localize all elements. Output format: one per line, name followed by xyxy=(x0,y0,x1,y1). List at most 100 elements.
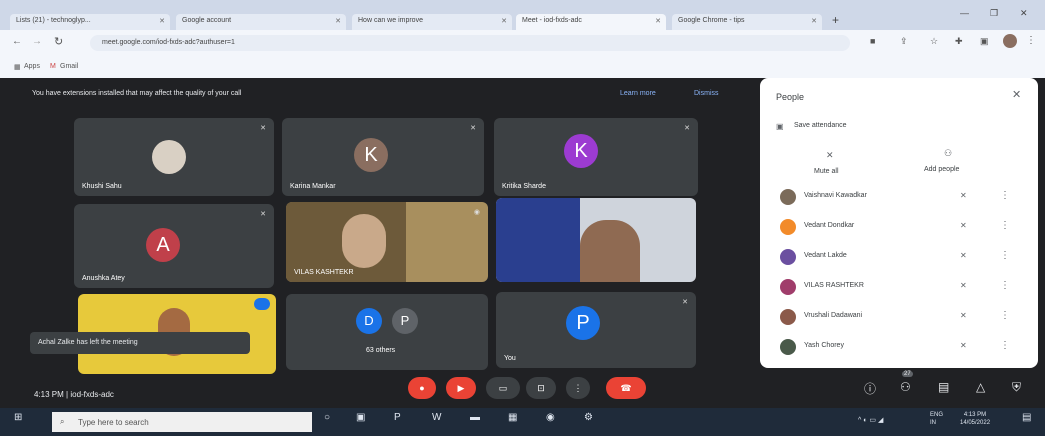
avatar xyxy=(780,249,796,265)
more-icon[interactable]: ⋮ xyxy=(1000,280,1010,291)
settings-icon[interactable]: ⚙ xyxy=(584,412,593,423)
bookmark-apps[interactable]: Apps xyxy=(24,63,40,70)
participant-tile[interactable]: A Anushka Atey ✕ xyxy=(74,204,274,288)
file-explorer-icon[interactable]: ▣ xyxy=(356,412,365,423)
tab-label: How can we improve xyxy=(358,17,423,24)
window-close-icon[interactable]: ✕ xyxy=(1020,8,1028,19)
browser-tab[interactable]: Lists (21) - technoglyp... ✕ xyxy=(10,14,170,30)
taskbar-search-input[interactable]: ⌕ Type here to search xyxy=(52,412,312,432)
mic-off-icon[interactable]: ✕ xyxy=(960,281,967,290)
camera-icon[interactable]: ■ xyxy=(870,36,875,46)
close-icon[interactable]: ✕ xyxy=(655,17,661,25)
video-banner xyxy=(496,198,580,282)
forward-icon[interactable]: → xyxy=(32,36,42,47)
participant-tile[interactable]: Khushi Sahu ✕ xyxy=(74,118,274,196)
mic-off-icon[interactable]: ✕ xyxy=(960,311,967,320)
back-icon[interactable]: ← xyxy=(12,36,22,47)
more-icon[interactable]: ⋮ xyxy=(1000,250,1010,261)
star-icon[interactable]: ☆ xyxy=(930,36,938,47)
tab-label: Google Chrome - tips xyxy=(678,17,745,24)
reload-icon[interactable]: ↻ xyxy=(54,35,63,48)
word-icon[interactable]: W xyxy=(432,412,441,423)
browser-tab-active[interactable]: Meet - iod-fxds-adc ✕ xyxy=(516,14,666,30)
close-icon[interactable]: ✕ xyxy=(501,17,507,25)
mic-off-icon[interactable]: ✕ xyxy=(960,221,967,230)
language-label: ENG xyxy=(930,412,944,418)
mic-off-icon[interactable]: ✕ xyxy=(960,251,967,260)
chrome-icon[interactable]: ◉ xyxy=(546,412,555,423)
browser-tab[interactable]: Google Chrome - tips ✕ xyxy=(672,14,822,30)
close-icon[interactable]: ✕ xyxy=(159,17,165,25)
menu-icon[interactable]: ⋮ xyxy=(1026,35,1036,46)
self-tile[interactable]: P You ✕ xyxy=(496,292,696,368)
info-icon[interactable]: ⓘ xyxy=(864,380,876,397)
participant-video-tile[interactable] xyxy=(496,198,696,282)
participant-row[interactable]: Yash Chorey ✕ ⋮ xyxy=(760,334,1038,360)
participant-video-tile[interactable]: VILAS KASHTEKR ◉ xyxy=(286,202,488,282)
task-view-icon[interactable]: ○ xyxy=(324,412,330,423)
powerpoint-icon[interactable]: P xyxy=(394,412,401,423)
mute-all-button[interactable]: Mute all xyxy=(814,168,839,175)
dismiss-button[interactable]: Dismiss xyxy=(694,90,719,97)
captions-button[interactable]: ▭ xyxy=(486,377,520,399)
participant-name: You xyxy=(504,355,516,362)
video-person xyxy=(342,214,386,268)
participant-tile[interactable]: K Karina Mankar ✕ xyxy=(282,118,484,196)
mic-off-icon[interactable]: ✕ xyxy=(960,341,967,350)
people-icon[interactable]: ⚇ xyxy=(900,380,911,394)
url-text: meet.google.com/iod-fxds-adc?authuser=1 xyxy=(102,39,235,46)
system-tray-icons[interactable]: ^ ◐ ▭ ◢ xyxy=(858,416,883,424)
sidebar-icon[interactable]: ▣ xyxy=(980,36,989,47)
more-options-button[interactable]: ⋮ xyxy=(566,377,590,399)
more-icon[interactable]: ⋮ xyxy=(1000,310,1010,321)
mic-toggle-button[interactable]: ● xyxy=(408,377,436,399)
avatar xyxy=(780,219,796,235)
more-icon[interactable]: ⋮ xyxy=(1000,190,1010,201)
app-icon[interactable]: ▦ xyxy=(508,412,517,423)
avatar: K xyxy=(354,138,388,172)
participant-row[interactable]: Vrushali Dadawani ✕ ⋮ xyxy=(760,304,1038,330)
toast-message: Achal Zalke has left the meeting xyxy=(38,339,138,346)
tab-label: Meet - iod-fxds-adc xyxy=(522,17,582,24)
browser-tab[interactable]: How can we improve ✕ xyxy=(352,14,512,30)
participant-tile[interactable]: K Kritika Sharde ✕ xyxy=(494,118,698,196)
share-icon[interactable]: ⇪ xyxy=(900,36,908,47)
leave-call-button[interactable]: ☎ xyxy=(606,377,646,399)
close-icon[interactable]: ✕ xyxy=(811,17,817,25)
camera-toggle-button[interactable]: ▶ xyxy=(446,377,476,399)
participant-row[interactable]: Vedant Dondkar ✕ ⋮ xyxy=(760,214,1038,240)
participant-row[interactable]: VILAS RASHTEKR ✕ ⋮ xyxy=(760,274,1038,300)
extension-icon[interactable]: ✚ xyxy=(955,36,963,47)
host-controls-icon[interactable]: ⛨ xyxy=(1012,380,1021,395)
language-indicator[interactable]: ENG IN xyxy=(930,411,943,427)
taskbar-clock[interactable]: 4:13 PM 14/05/2022 xyxy=(960,411,990,427)
others-count: 63 others xyxy=(366,347,396,354)
windows-start-icon[interactable]: ⊞ xyxy=(14,412,22,423)
maximize-icon[interactable]: ❐ xyxy=(990,8,998,19)
present-button[interactable]: ⊡ xyxy=(526,377,556,399)
browser-tab[interactable]: Google account ✕ xyxy=(176,14,346,30)
add-people-button[interactable]: Add people xyxy=(924,166,959,173)
bookmark-gmail[interactable]: Gmail xyxy=(60,63,78,70)
folder-icon[interactable]: ▬ xyxy=(470,412,480,423)
participant-name: Vedant Lakde xyxy=(804,252,847,259)
profile-avatar[interactable] xyxy=(1003,34,1017,48)
notifications-icon[interactable]: ▤ xyxy=(1022,412,1031,423)
others-tile[interactable]: D P 63 others xyxy=(286,294,488,370)
learn-more-link[interactable]: Learn more xyxy=(620,90,656,97)
avatar xyxy=(780,189,796,205)
more-icon[interactable]: ⋮ xyxy=(1000,220,1010,231)
activities-icon[interactable]: △ xyxy=(976,380,985,394)
close-icon[interactable]: ✕ xyxy=(335,17,341,25)
mic-off-icon[interactable]: ✕ xyxy=(960,191,967,200)
participant-row[interactable]: Vedant Lakde ✕ ⋮ xyxy=(760,244,1038,270)
url-input[interactable]: meet.google.com/iod-fxds-adc?authuser=1 xyxy=(90,35,850,51)
close-panel-icon[interactable]: ✕ xyxy=(1012,88,1021,101)
chat-icon[interactable]: ▤ xyxy=(938,380,949,394)
save-attendance-button[interactable]: Save attendance xyxy=(794,122,847,129)
minimize-icon[interactable]: — xyxy=(960,8,969,18)
more-icon[interactable]: ⋮ xyxy=(1000,340,1010,351)
new-tab-icon[interactable]: + xyxy=(832,13,839,27)
participant-row[interactable]: Vaishnavi Kawadkar ✕ ⋮ xyxy=(760,184,1038,210)
meeting-info: 4:13 PM | iod-fxds-adc xyxy=(34,390,114,399)
